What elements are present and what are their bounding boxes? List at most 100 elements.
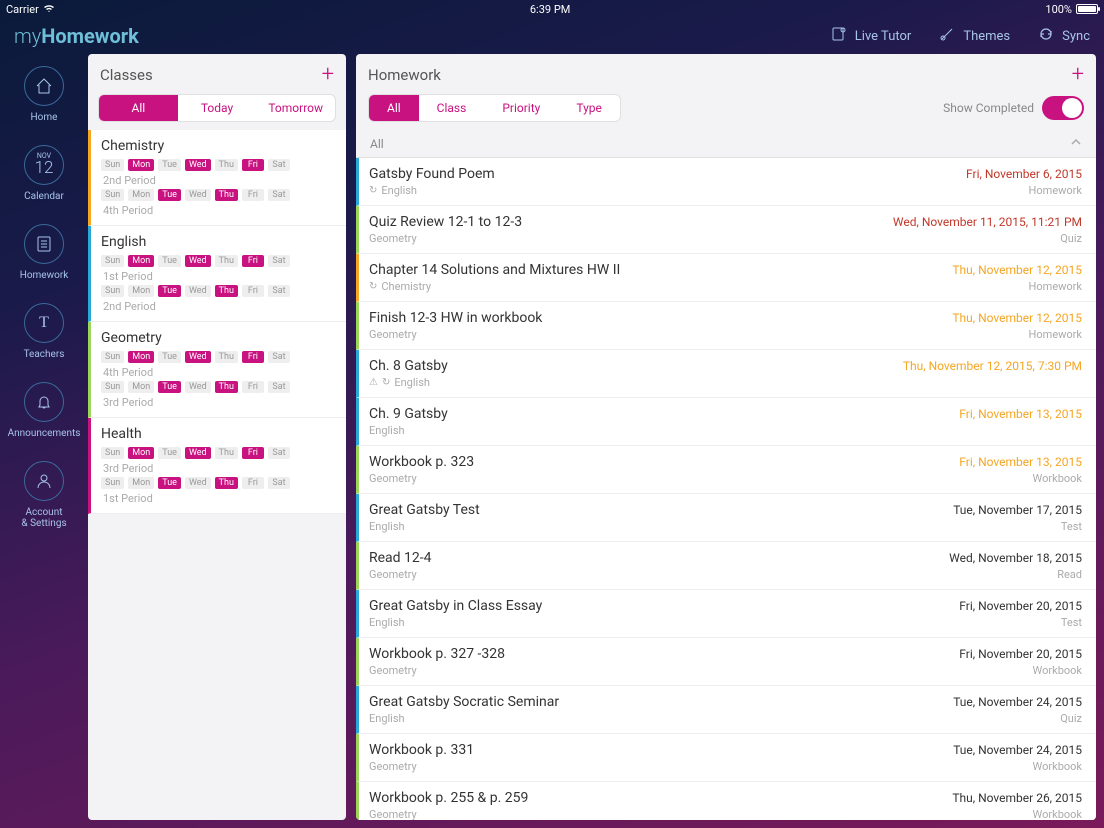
- hw-title: Quiz Review 12-1 to 12-3: [369, 214, 522, 230]
- hw-tab-all[interactable]: All: [369, 95, 419, 121]
- homework-item[interactable]: Ch. 8 GatsbyThu, November 12, 2015, 7:30…: [356, 350, 1096, 398]
- app-logo: myHomework: [14, 24, 139, 48]
- sync-button[interactable]: Sync: [1038, 26, 1090, 46]
- day-pill: Thu: [215, 381, 238, 393]
- homework-item[interactable]: Ch. 9 GatsbyFri, November 13, 2015Englis…: [356, 398, 1096, 446]
- classes-tab-all[interactable]: All: [99, 95, 178, 121]
- alert-icon: ⚠: [369, 377, 378, 388]
- homework-item[interactable]: Quiz Review 12-1 to 12-3Wed, November 11…: [356, 206, 1096, 254]
- hw-date: Fri, November 13, 2015: [959, 455, 1082, 469]
- day-pill: Mon: [128, 189, 154, 201]
- day-pill: Sun: [101, 381, 124, 393]
- hw-type: Homework: [1029, 328, 1082, 341]
- class-name: Health: [101, 426, 336, 442]
- day-pill: Tue: [158, 189, 181, 201]
- class-item[interactable]: GeometrySunMonTueWedThuFriSat4th PeriodS…: [88, 322, 346, 418]
- hw-title: Great Gatsby Socratic Seminar: [369, 694, 559, 710]
- classes-tab-tomorrow[interactable]: Tomorrow: [256, 95, 335, 121]
- homework-item[interactable]: Read 12-4Wed, November 18, 2015GeometryR…: [356, 542, 1096, 590]
- profile-icon: [24, 461, 64, 501]
- homework-item[interactable]: Chapter 14 Solutions and Mixtures HW IIT…: [356, 254, 1096, 302]
- schedule-row: SunMonTueWedThuFriSat: [101, 255, 336, 267]
- sync-icon: [1038, 26, 1054, 46]
- hw-title: Workbook p. 323: [369, 454, 474, 470]
- day-pill: Sun: [101, 351, 124, 363]
- schedule-row: SunMonTueWedThuFriSat: [101, 447, 336, 459]
- day-pill: Tue: [158, 381, 181, 393]
- hw-date: Tue, November 17, 2015: [953, 503, 1082, 517]
- day-pill: Wed: [185, 477, 211, 489]
- themes-button[interactable]: Themes: [939, 26, 1010, 46]
- period-label: 1st Period: [103, 270, 336, 283]
- nav-homework[interactable]: Homework: [4, 224, 84, 281]
- day-pill: Sat: [268, 447, 290, 459]
- day-pill: Thu: [215, 285, 238, 297]
- class-item[interactable]: HealthSunMonTueWedThuFriSat3rd PeriodSun…: [88, 418, 346, 514]
- hw-tab-class[interactable]: Class: [419, 95, 485, 121]
- hw-title: Chapter 14 Solutions and Mixtures HW II: [369, 262, 620, 278]
- hw-tab-type[interactable]: Type: [558, 95, 620, 121]
- hw-date: Tue, November 24, 2015: [953, 743, 1082, 757]
- live-tutor-button[interactable]: Live Tutor: [831, 26, 912, 46]
- hw-subject: ↻Chemistry: [369, 280, 431, 293]
- hw-title: Workbook p. 331: [369, 742, 474, 758]
- day-pill: Sun: [101, 285, 124, 297]
- homework-item[interactable]: Great Gatsby Test Tue, November 17, 2015 E…: [356, 494, 1096, 542]
- homework-item[interactable]: Great Gatsby in Class EssayFri, November…: [356, 590, 1096, 638]
- period-label: 2nd Period: [103, 174, 336, 187]
- schedule-row: SunMonTueWedThuFriSat: [101, 351, 336, 363]
- homework-item[interactable]: Workbook p. 327 -328Fri, November 20, 20…: [356, 638, 1096, 686]
- wifi-icon: [43, 3, 55, 16]
- homework-panel: Homework + All Class Priority Type Show …: [356, 54, 1096, 820]
- schedule-row: SunMonTueWedThuFriSat: [101, 477, 336, 489]
- classes-panel: Classes + All Today Tomorrow ChemistrySu…: [88, 54, 346, 820]
- day-pill: Tue: [158, 285, 181, 297]
- classes-tab-today[interactable]: Today: [178, 95, 257, 121]
- homework-item[interactable]: Great Gatsby Socratic SeminarTue, Novemb…: [356, 686, 1096, 734]
- collapse-section-button[interactable]: [1070, 136, 1082, 151]
- homework-item[interactable]: Gatsby Found PoemFri, November 6, 2015↻E…: [356, 158, 1096, 206]
- day-pill: Sat: [268, 285, 290, 297]
- period-label: 4th Period: [103, 204, 336, 217]
- nav-home[interactable]: Home: [4, 66, 84, 123]
- hw-tab-priority[interactable]: Priority: [484, 95, 558, 121]
- hw-subject: Geometry: [369, 472, 417, 485]
- class-item[interactable]: ChemistrySunMonTueWedThuFriSat2nd Period…: [88, 130, 346, 226]
- add-class-button[interactable]: +: [322, 64, 334, 86]
- hw-subject: English: [369, 424, 405, 437]
- add-homework-button[interactable]: +: [1072, 64, 1084, 86]
- show-completed-toggle[interactable]: [1042, 96, 1084, 120]
- homework-item[interactable]: Workbook p. 255 & p. 259Thu, November 26…: [356, 782, 1096, 820]
- hw-type: Workbook: [1033, 808, 1082, 820]
- hw-title: Finish 12-3 HW in workbook: [369, 310, 542, 326]
- brush-icon: [939, 26, 955, 46]
- period-label: 4th Period: [103, 366, 336, 379]
- hw-date: Fri, November 20, 2015: [959, 647, 1082, 661]
- class-item[interactable]: EnglishSunMonTueWedThuFriSat1st PeriodSu…: [88, 226, 346, 322]
- day-pill: Fri: [242, 285, 264, 297]
- hw-subject: Geometry: [369, 568, 417, 581]
- battery-percent: 100%: [1045, 3, 1072, 16]
- hw-date: Fri, November 13, 2015: [959, 407, 1082, 421]
- hw-type: Homework: [1029, 280, 1082, 293]
- nav-calendar[interactable]: NOV 12 Calendar: [4, 145, 84, 202]
- show-completed-label: Show Completed: [943, 101, 1034, 115]
- carrier-label: Carrier: [6, 3, 39, 16]
- period-label: 3rd Period: [103, 396, 336, 409]
- hw-subject: English: [369, 616, 405, 629]
- hw-subject: English: [369, 520, 405, 533]
- hw-subject: Geometry: [369, 760, 417, 773]
- hw-title: Great Gatsby Test: [369, 502, 480, 518]
- homework-item[interactable]: Workbook p. 331 Tue, November 24, 2015 Geo…: [356, 734, 1096, 782]
- homework-item[interactable]: Finish 12-3 HW in workbookThu, November …: [356, 302, 1096, 350]
- homework-item[interactable]: Workbook p. 323 Fri, November 13, 2015 Geo…: [356, 446, 1096, 494]
- classes-title: Classes: [100, 66, 153, 84]
- nav-account[interactable]: Account& Settings: [4, 461, 84, 529]
- day-pill: Mon: [128, 447, 154, 459]
- nav-teachers[interactable]: T Teachers: [4, 303, 84, 360]
- bell-icon: [24, 382, 64, 422]
- hw-type: Read: [1057, 568, 1082, 581]
- hw-title: Read 12-4: [369, 550, 432, 566]
- hw-date: Thu, November 12, 2015, 7:30 PM: [903, 359, 1082, 373]
- nav-announcements[interactable]: Announcements: [4, 382, 84, 439]
